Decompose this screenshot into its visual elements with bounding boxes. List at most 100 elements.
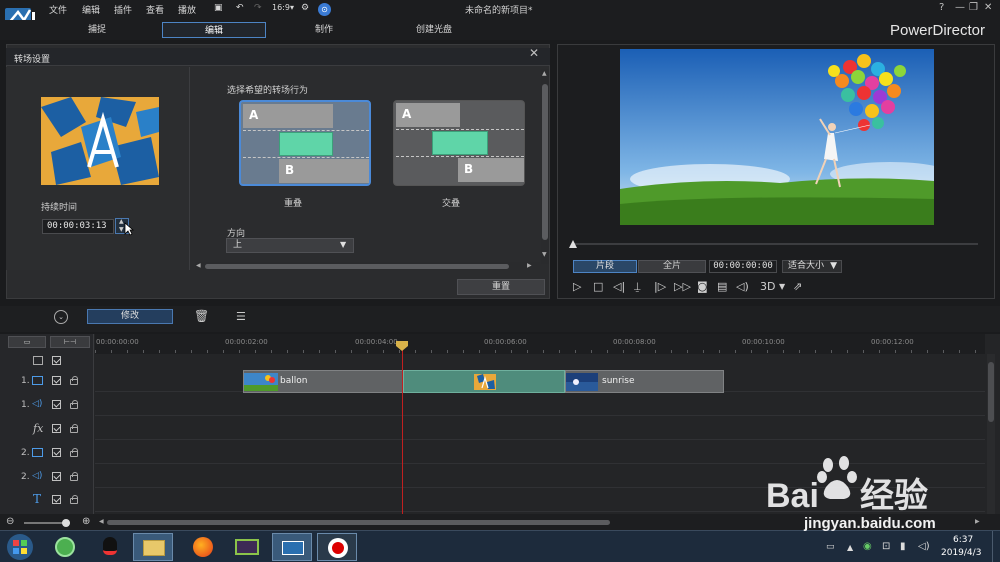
next-frame-icon[interactable]: |▷	[654, 280, 666, 293]
playhead-line[interactable]	[402, 344, 403, 514]
gear-icon[interactable]: ⚙	[301, 3, 309, 13]
clip-b-block: B	[458, 158, 524, 182]
timeline-hscroll-thumb[interactable]	[107, 520, 610, 525]
track-enable-checkbox[interactable]	[52, 376, 61, 385]
start-button-icon[interactable]	[6, 533, 34, 561]
fit-size-select[interactable]: 适合大小 ▼	[782, 260, 842, 273]
toggle-panel-icon[interactable]: ⌄	[54, 310, 68, 324]
duration-field[interactable]: 00:00:03:13	[42, 219, 114, 234]
snapshot-icon[interactable]: ◙	[697, 280, 708, 293]
clip-ballon[interactable]: ballon	[243, 370, 403, 393]
movie-mode-button[interactable]: 全片	[638, 260, 706, 273]
undock-icon[interactable]: ⇗	[793, 280, 802, 293]
scroll-right-icon[interactable]: ▶	[527, 262, 532, 269]
previous-frame-icon[interactable]: ◁|	[613, 280, 625, 293]
duration-label: 持续时间	[41, 203, 78, 213]
document-title: 未命名的新项目*	[465, 6, 533, 16]
more-options-icon[interactable]: ☰	[236, 310, 246, 323]
fast-forward-icon[interactable]: ▷▷	[674, 280, 691, 293]
track-enable-checkbox[interactable]	[52, 472, 61, 481]
menu-play[interactable]: 播放	[178, 3, 196, 16]
taskbar-app-camtasia-icon[interactable]	[227, 533, 267, 561]
scroll-up-icon[interactable]: ▲	[542, 70, 547, 77]
lock-icon[interactable]	[70, 472, 78, 481]
track-enable-checkbox[interactable]	[52, 495, 61, 504]
stop-icon[interactable]: □	[593, 280, 603, 293]
menu-edit[interactable]: 编辑	[82, 3, 100, 16]
aspect-ratio-icon[interactable]: 16:9▾	[272, 3, 294, 12]
track-enable-checkbox[interactable]	[52, 400, 61, 409]
lock-icon[interactable]	[70, 376, 78, 385]
menu-file[interactable]: 文件	[49, 3, 67, 16]
panel-hscroll-thumb[interactable]	[205, 264, 509, 269]
save-icon[interactable]: ▣	[214, 3, 223, 13]
track-manager-icon[interactable]	[33, 356, 43, 365]
transition-thumbnail	[41, 97, 159, 185]
transition-clip[interactable]	[403, 370, 565, 393]
preview-video-frame[interactable]	[620, 49, 934, 225]
clip-mode-button[interactable]: 片段	[573, 260, 637, 273]
chevron-down-icon[interactable]: ▼	[340, 240, 346, 249]
lock-icon[interactable]	[70, 448, 78, 457]
panel-scroll-thumb[interactable]	[542, 84, 548, 240]
menu-view[interactable]: 查看	[146, 3, 164, 16]
direction-select[interactable]: 上	[226, 238, 354, 253]
volume-icon[interactable]: ◁)	[736, 280, 749, 293]
redo-icon[interactable]: ↷	[254, 3, 262, 13]
zoom-slider-handle[interactable]	[62, 519, 70, 527]
restore-button[interactable]: ❐	[969, 2, 978, 13]
stepper-down-icon[interactable]: ▼	[119, 226, 124, 233]
account-icon[interactable]: ⊙	[318, 3, 331, 16]
subtitle-icon[interactable]: ▤	[717, 280, 727, 293]
option-crossfade[interactable]: A B	[393, 100, 525, 186]
timeline-vscroll-thumb[interactable]	[988, 362, 994, 422]
preview-timecode[interactable]: 00:00:00:00	[709, 260, 777, 273]
taskbar-app-firefox-icon[interactable]	[183, 533, 223, 561]
3d-toggle[interactable]: 3D	[760, 280, 775, 293]
taskbar-app-explorer-icon[interactable]	[133, 533, 173, 561]
option-overlap[interactable]: A B	[239, 100, 371, 186]
lock-icon[interactable]	[70, 424, 78, 433]
track-enable-checkbox[interactable]	[52, 448, 61, 457]
playhead-handle[interactable]	[395, 341, 409, 351]
taskbar-app-360-icon[interactable]	[45, 533, 85, 561]
tab-edit[interactable]: 编辑	[162, 22, 266, 38]
stepper-up-icon[interactable]: ▲	[119, 218, 124, 225]
scroll-down-icon[interactable]: ▼	[542, 251, 547, 258]
undo-icon[interactable]: ↶	[236, 3, 244, 13]
close-window-button[interactable]: ✕	[984, 2, 992, 13]
trash-icon[interactable]: 🗑	[194, 309, 209, 323]
tab-capture[interactable]: 捕捉	[45, 22, 149, 38]
scroll-left-icon[interactable]: ◀	[196, 262, 201, 269]
fit-timeline-button[interactable]: ⊢⊣	[50, 336, 90, 348]
split-icon[interactable]: ⍊	[634, 280, 641, 294]
close-icon[interactable]: ✕	[529, 46, 539, 60]
tab-produce[interactable]: 制作	[272, 22, 376, 38]
all-tracks-checkbox[interactable]	[52, 356, 61, 365]
zoom-out-icon[interactable]: ⊖	[6, 516, 14, 527]
chevron-down-icon[interactable]: ▼	[779, 282, 785, 291]
clock-date[interactable]: 2019/4/3	[941, 548, 981, 558]
zoom-in-icon[interactable]: ⊕	[82, 516, 90, 527]
modify-button[interactable]: 修改	[87, 309, 173, 324]
track-number: 2.	[21, 448, 30, 458]
video-track-icon	[32, 376, 43, 385]
reset-button[interactable]: 重置	[457, 279, 545, 295]
taskbar-app-qq-icon[interactable]	[90, 533, 130, 561]
taskbar-app-powerdirector-icon[interactable]	[272, 533, 312, 561]
storyboard-view-button[interactable]: ▭	[8, 336, 46, 348]
lock-icon[interactable]	[70, 495, 78, 504]
play-icon[interactable]: ▷	[573, 280, 581, 293]
seek-bar[interactable]	[572, 243, 978, 245]
lock-icon[interactable]	[70, 400, 78, 409]
clip-sunrise[interactable]: sunrise	[565, 370, 724, 393]
track-enable-checkbox[interactable]	[52, 424, 61, 433]
taskbar-app-recorder-icon[interactable]	[317, 533, 357, 561]
scroll-left-icon[interactable]: ◀	[99, 518, 104, 525]
seek-handle[interactable]	[569, 240, 577, 248]
minimize-button[interactable]: —	[955, 2, 965, 13]
tab-create-disc[interactable]: 创建光盘	[382, 22, 486, 38]
help-button[interactable]: ?	[939, 2, 944, 13]
menu-plugins[interactable]: 插件	[114, 3, 132, 16]
watermark-url: jingyan.baidu.com	[804, 515, 936, 532]
